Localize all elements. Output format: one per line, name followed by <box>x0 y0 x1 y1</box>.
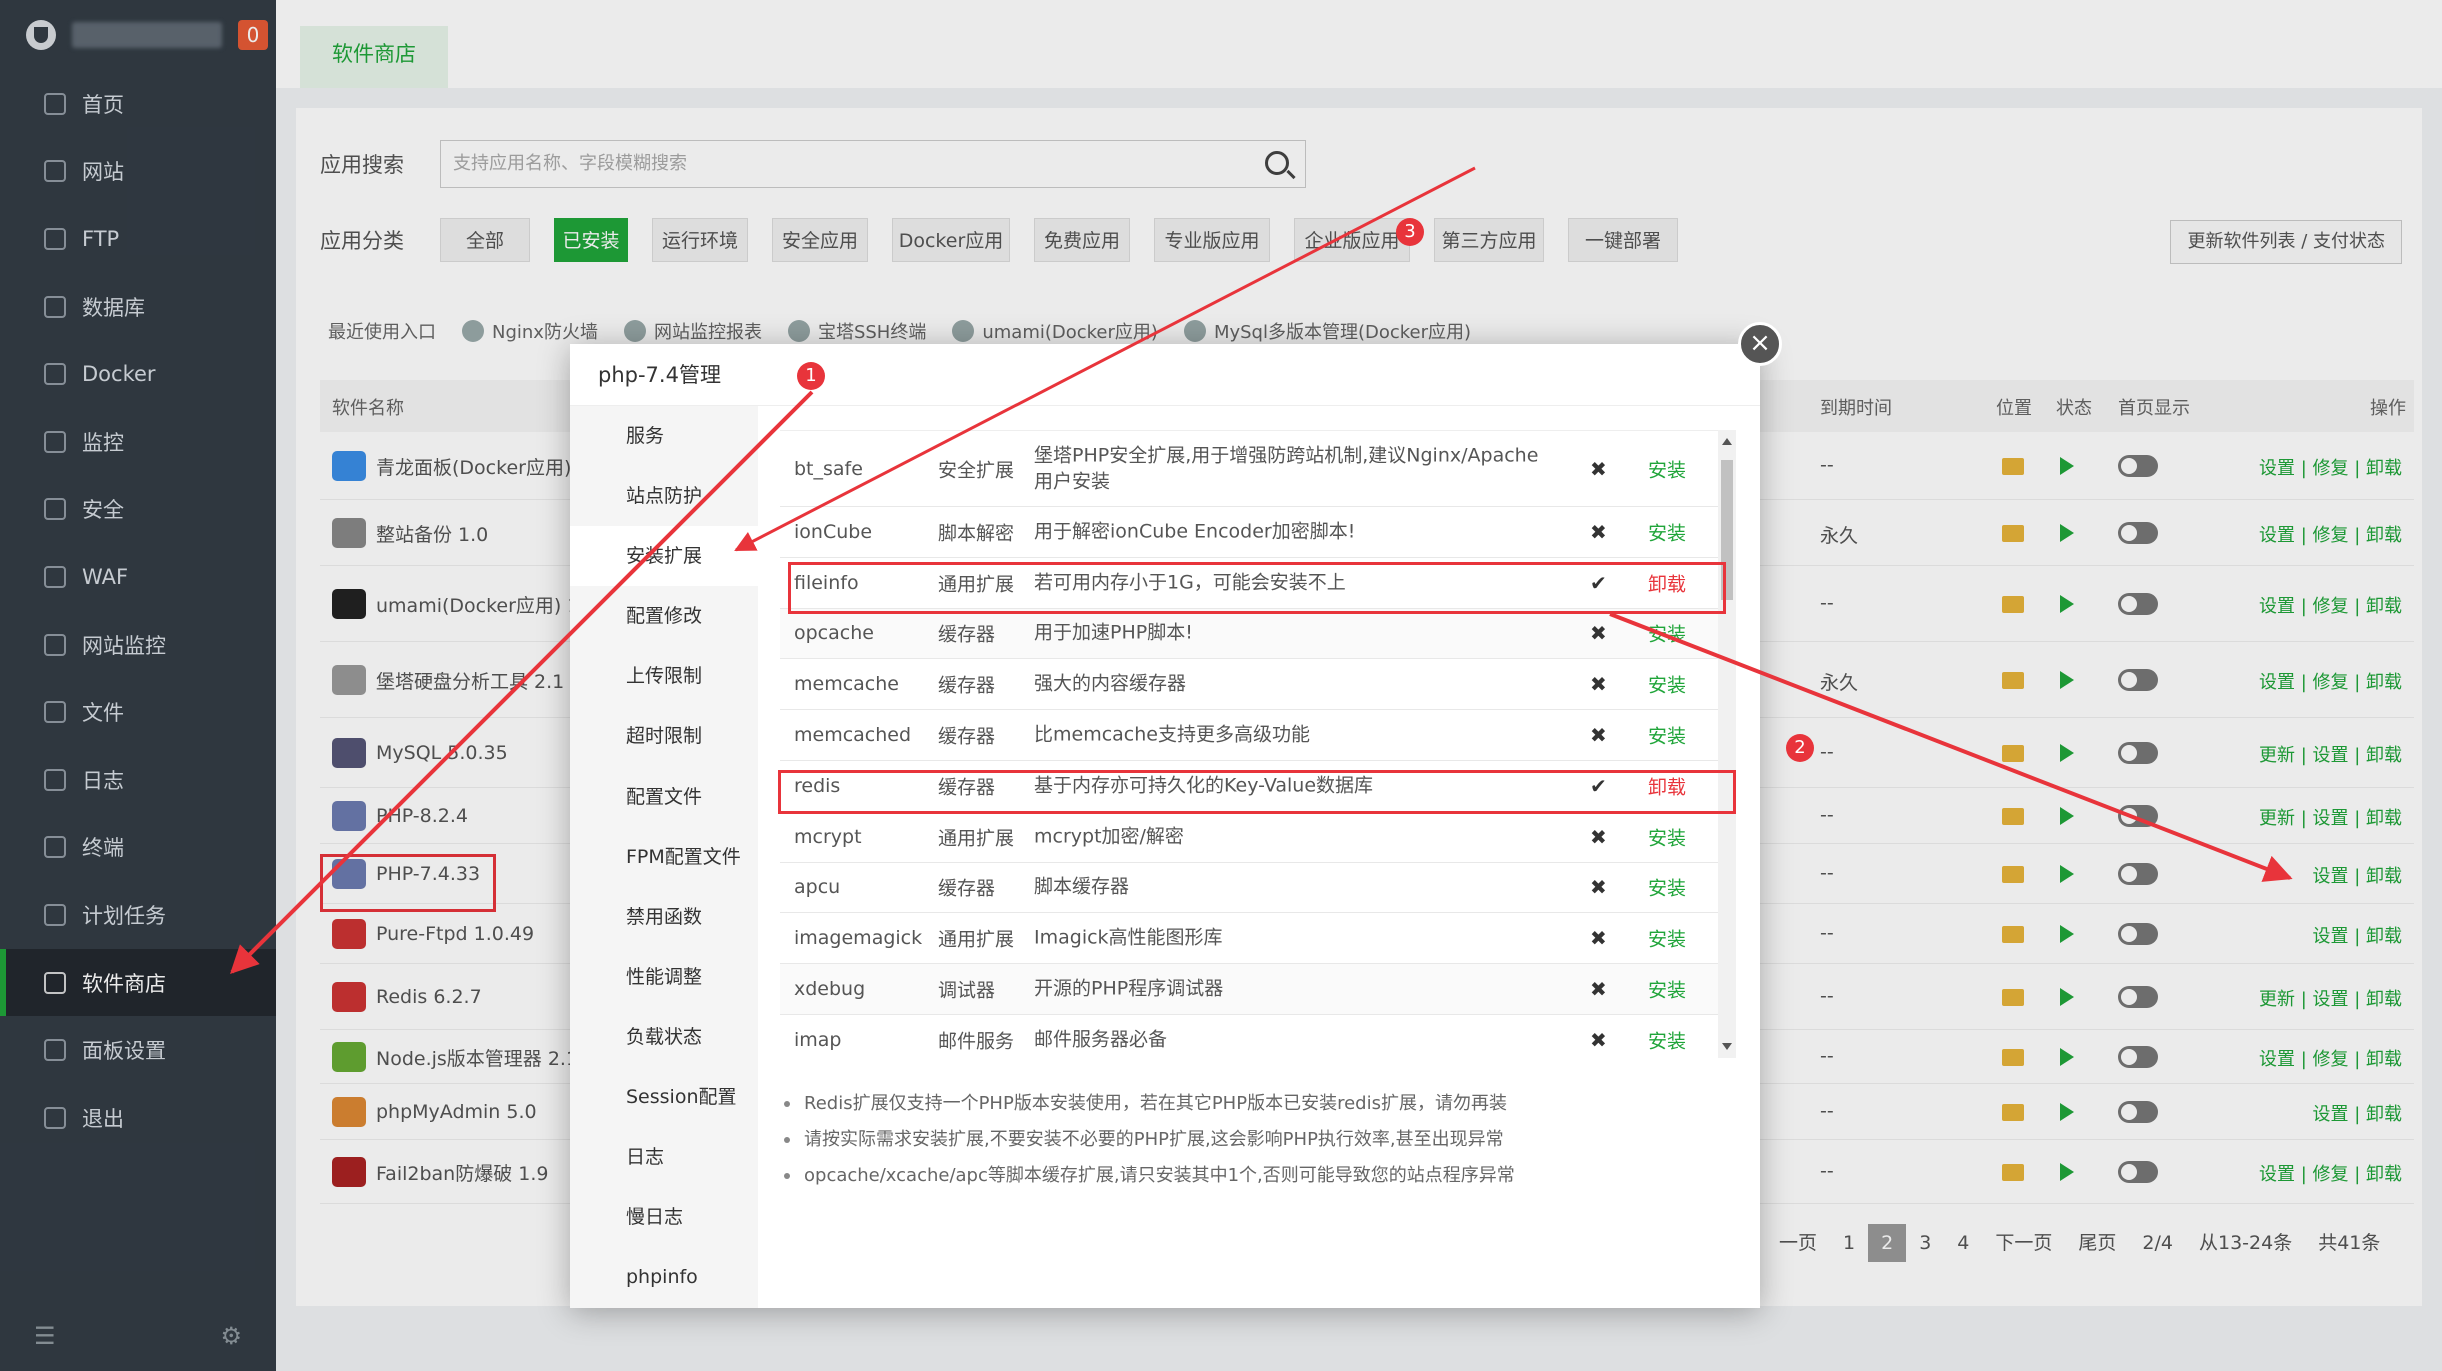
arrow-2-to-settings <box>1609 612 2293 882</box>
annotation-arrows <box>230 166 2293 974</box>
annotation-badge-3: 3 <box>1396 218 1424 246</box>
annotation-badge-1: 1 <box>797 362 825 390</box>
arrow-3-to-install <box>734 166 1476 552</box>
annotation-badge-2: 2 <box>1786 734 1814 762</box>
arrow-1-to-store <box>230 390 814 974</box>
